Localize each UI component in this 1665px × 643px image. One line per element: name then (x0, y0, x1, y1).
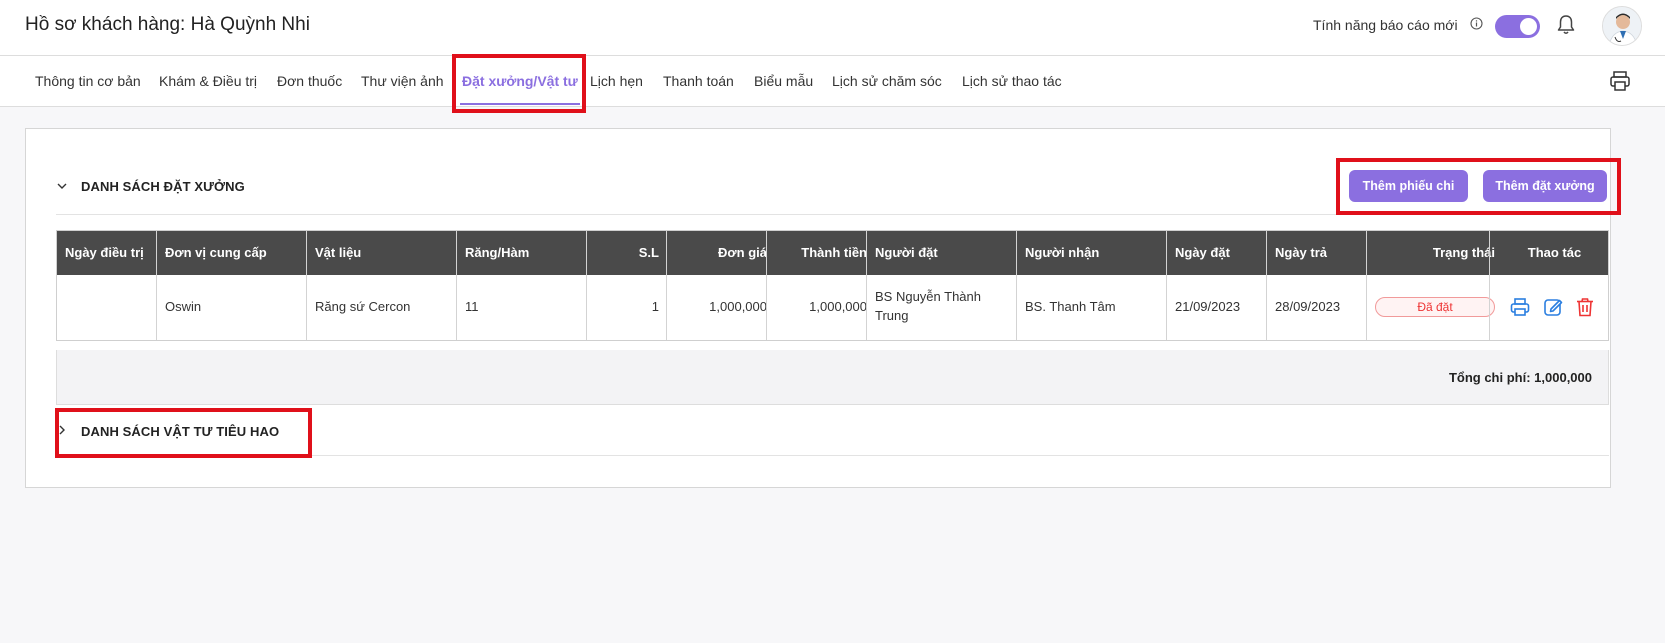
tab-care-history[interactable]: Lịch sử chăm sóc (832, 73, 942, 89)
bell-icon[interactable] (1556, 14, 1576, 36)
tab-lab-materials[interactable]: Đặt xưởng/Vật tư (462, 73, 578, 89)
avatar[interactable] (1602, 6, 1642, 46)
tab-photo-library[interactable]: Thư viện ảnh (361, 73, 444, 89)
info-icon[interactable] (1470, 17, 1483, 30)
status-badge: Đã đặt (1375, 297, 1495, 317)
cell-receiver: BS. Thanh Tâm (1025, 299, 1116, 314)
section-divider (56, 455, 1609, 456)
tab-forms[interactable]: Biểu mẫu (754, 73, 813, 89)
edit-icon[interactable] (1542, 296, 1564, 318)
section-divider (56, 214, 1609, 215)
col-ordered-by: Người đặt (875, 245, 938, 260)
col-actions: Thao tác (1527, 245, 1582, 260)
toggle-knob (1520, 18, 1537, 35)
column-divider (1266, 231, 1267, 340)
column-divider (1166, 231, 1167, 340)
table-header: Ngày điều trị Đơn vị cung cấp Vật liệu R… (57, 231, 1608, 275)
cell-material: Răng sứ Cercon (315, 299, 411, 314)
tab-appointments[interactable]: Lịch hẹn (590, 73, 643, 89)
cell-qty: 1 (651, 299, 659, 314)
active-tab-indicator (460, 103, 580, 105)
tab-payment[interactable]: Thanh toán (663, 73, 734, 89)
tab-basic-info[interactable]: Thông tin cơ bản (35, 73, 141, 89)
print-icon[interactable] (1609, 70, 1631, 92)
column-divider (666, 231, 667, 340)
column-divider (586, 231, 587, 340)
horizontal-scrollbar[interactable] (57, 340, 1338, 341)
total-cost: Tổng chi phí: 1,000,000 (1448, 370, 1592, 385)
cell-tooth: 11 (465, 299, 479, 314)
col-status: Trạng thái (1432, 245, 1495, 260)
app-header: Hồ sơ khách hàng: Hà Quỳnh Nhi Tính năng… (0, 0, 1665, 56)
tab-bar: Thông tin cơ bản Khám & Điều trị Đơn thu… (0, 56, 1665, 107)
new-report-toggle[interactable] (1495, 15, 1540, 38)
tab-action-history[interactable]: Lịch sử thao tác (962, 73, 1062, 89)
lab-orders-section-title[interactable]: DANH SÁCH ĐẶT XƯỞNG (81, 179, 245, 194)
chevron-down-icon[interactable] (56, 180, 68, 192)
page-title: Hồ sơ khách hàng: Hà Quỳnh Nhi (25, 14, 310, 35)
column-divider (766, 231, 767, 340)
table-footer: Tổng chi phí: 1,000,000 (56, 350, 1609, 405)
add-expense-button[interactable]: Thêm phiếu chi (1349, 170, 1468, 202)
trash-icon[interactable] (1574, 296, 1596, 318)
col-treatment-date: Ngày điều trị (65, 245, 144, 260)
lab-orders-table: Ngày điều trị Đơn vị cung cấp Vật liệu R… (56, 230, 1609, 341)
col-tooth: Răng/Hàm (465, 245, 530, 260)
col-unit-price: Đơn giá (718, 245, 767, 260)
chevron-right-icon[interactable] (56, 424, 68, 436)
col-supplier: Đơn vị cung cấp (165, 245, 267, 260)
col-return-date: Ngày trả (1275, 245, 1328, 260)
column-divider (306, 231, 307, 340)
new-report-label: Tính năng báo cáo mới (1313, 17, 1458, 33)
doctor-avatar-icon (1603, 7, 1641, 45)
cell-supplier: Oswin (165, 299, 202, 314)
cell-ordered-by-line1: BS Nguyễn Thành (875, 289, 981, 304)
tab-prescription[interactable]: Đơn thuốc (277, 73, 342, 89)
cell-unit-price: 1,000,000 (709, 299, 767, 314)
cell-return-date: 28/09/2023 (1275, 299, 1341, 314)
col-qty: S.L (638, 245, 659, 260)
column-divider (1366, 231, 1367, 340)
column-divider (456, 231, 457, 340)
column-divider (156, 231, 157, 340)
col-receiver: Người nhận (1025, 245, 1100, 260)
tab-exam-treatment[interactable]: Khám & Điều trị (159, 73, 257, 89)
col-material: Vật liệu (315, 245, 362, 260)
add-lab-order-button[interactable]: Thêm đặt xưởng (1483, 170, 1607, 202)
col-order-date: Ngày đặt (1175, 245, 1230, 260)
column-divider (1489, 231, 1490, 340)
cell-amount: 1,000,000 (809, 299, 867, 314)
column-divider (866, 231, 867, 340)
print-icon[interactable] (1509, 296, 1531, 318)
column-divider (1016, 231, 1017, 340)
cell-order-date: 21/09/2023 (1175, 299, 1241, 314)
consumables-section-title[interactable]: DANH SÁCH VẬT TƯ TIÊU HAO (81, 424, 279, 439)
col-amount: Thành tiền (801, 245, 867, 260)
cell-ordered-by-line2: Trung (875, 308, 909, 323)
table-row[interactable]: Oswin Răng sứ Cercon 11 1 1,000,000 1,00… (57, 275, 1608, 340)
